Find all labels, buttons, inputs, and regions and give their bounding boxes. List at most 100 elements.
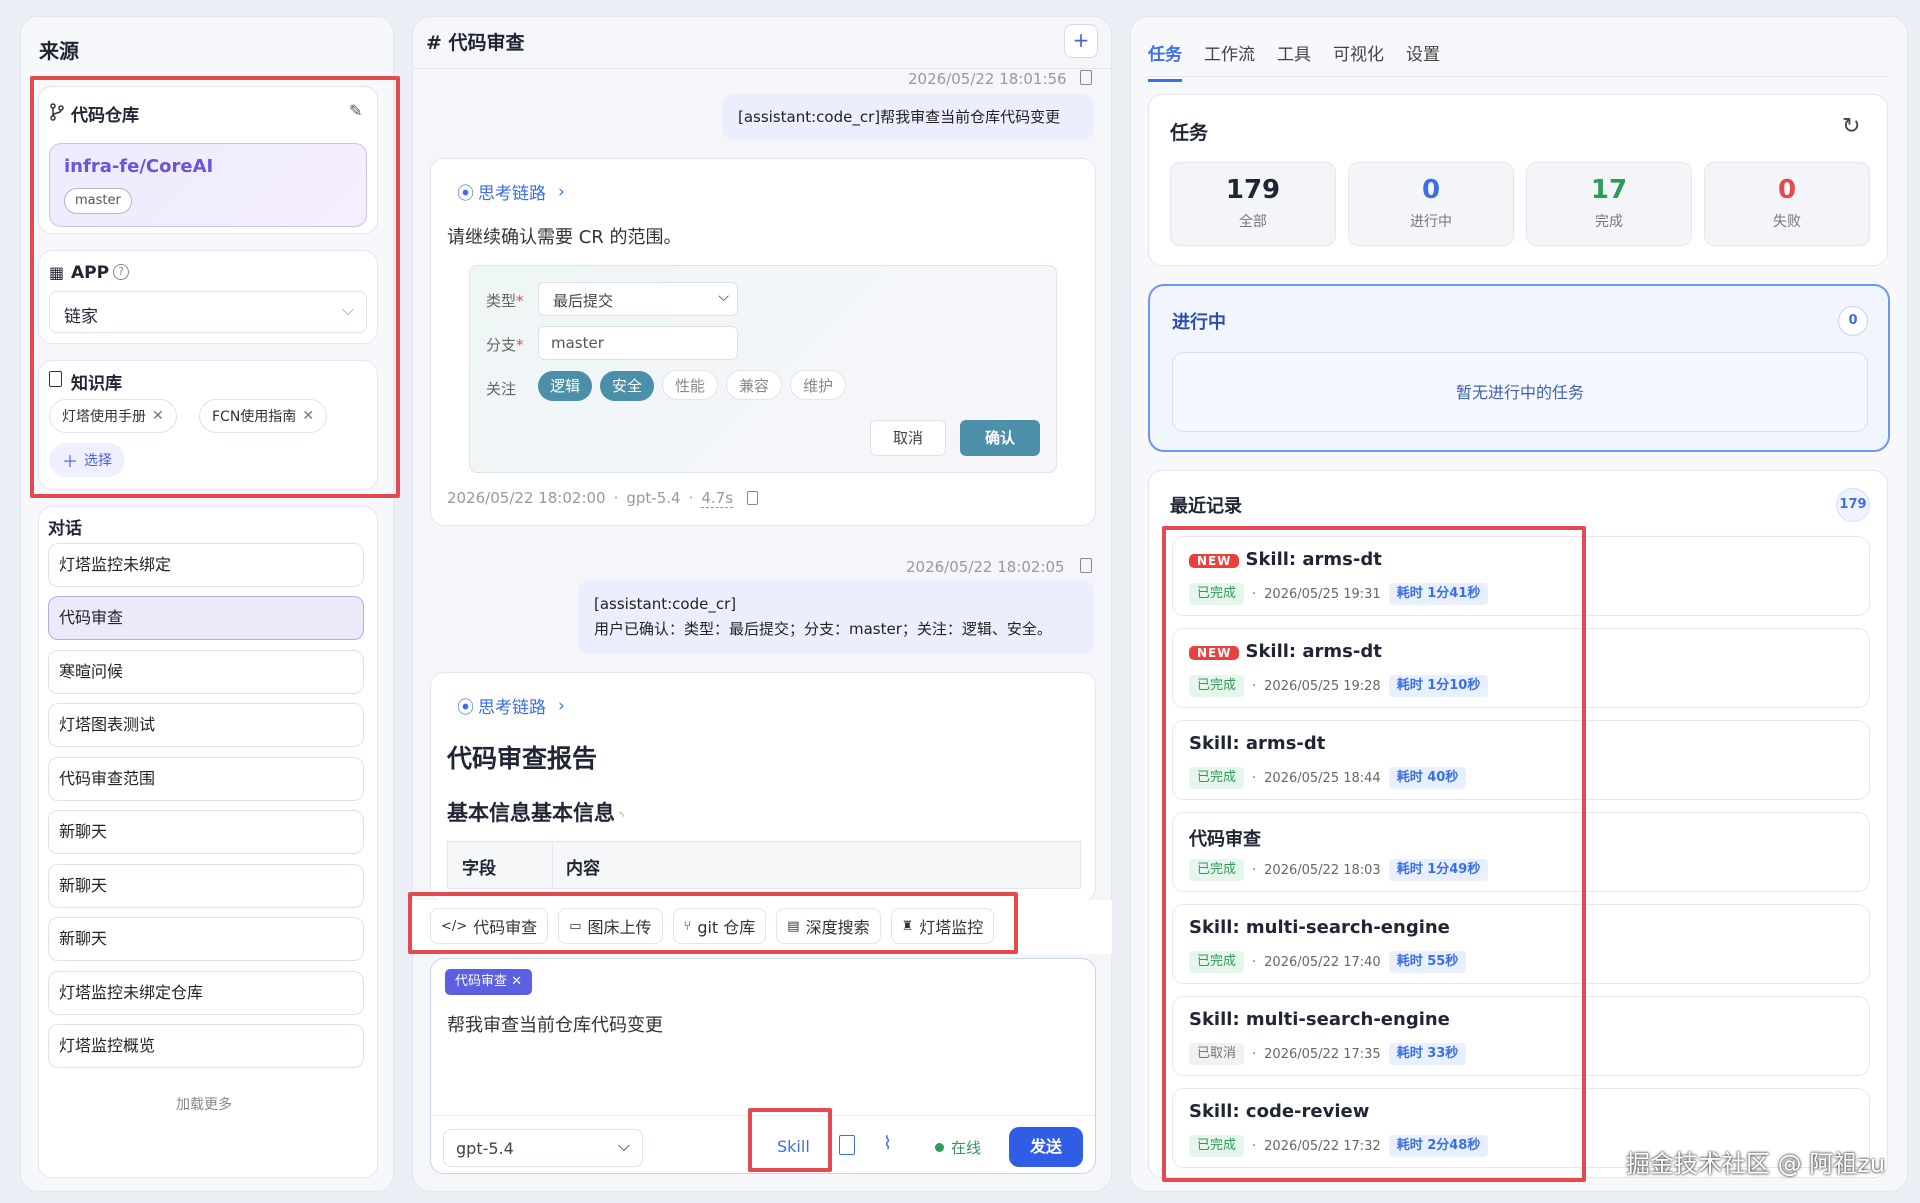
tool-code-review[interactable]: </> 代码审查 bbox=[430, 908, 549, 944]
table-col-divider bbox=[552, 842, 553, 890]
stat-label: 进行中 bbox=[1410, 214, 1452, 230]
record-title: Skill: code-review bbox=[1189, 1101, 1370, 1122]
paperclip-icon[interactable]: ⌇ bbox=[883, 1133, 892, 1154]
record-item[interactable]: Skill: multi-search-engine 已完成 · 2026/05/2… bbox=[1172, 904, 1870, 984]
focus-chip-selected[interactable]: 逻辑 bbox=[538, 371, 593, 401]
load-more-link[interactable]: 加载更多 bbox=[176, 1094, 232, 1114]
grid-icon: ▦ bbox=[49, 263, 65, 282]
record-item[interactable]: NEW Skill: arms-dt 已完成 · 2026/05/25 19:31 耗时… bbox=[1172, 536, 1870, 616]
help-icon[interactable]: ? bbox=[113, 264, 129, 280]
app-card: ▦ APP ? 链家 ⌵ bbox=[38, 250, 378, 344]
conv-item[interactable]: 新聊天 bbox=[48, 864, 364, 908]
stat-failed[interactable]: 0 失败 bbox=[1704, 162, 1870, 246]
chat-input-text[interactable]: 帮我审查当前仓库代码变更 bbox=[447, 1011, 663, 1037]
focus-chip[interactable]: 维护 bbox=[790, 370, 847, 400]
thinking-toggle[interactable]: ⦿ 思考链路 › bbox=[457, 179, 565, 205]
duration-badge: 耗时 55秒 bbox=[1388, 951, 1467, 973]
record-title: Skill: arms-dt bbox=[1245, 641, 1382, 662]
selected-tool-chip[interactable]: 代码审查 ✕ bbox=[445, 969, 533, 995]
close-icon[interactable]: ✕ bbox=[302, 408, 314, 424]
record-title: Skill: arms-dt bbox=[1189, 733, 1326, 754]
stat-number: 179 bbox=[1225, 175, 1281, 205]
new-chat-button[interactable]: + bbox=[1064, 24, 1098, 58]
focus-chips: 逻辑 安全 性能 兼容 维护 bbox=[538, 370, 854, 401]
new-badge: NEW bbox=[1189, 646, 1240, 660]
refresh-icon[interactable]: ↻ bbox=[1842, 114, 1860, 139]
chevron-down-icon: ⌵ bbox=[617, 1136, 630, 1155]
recent-title: 最近记录 bbox=[1170, 496, 1242, 517]
input-footer-divider bbox=[431, 1115, 1095, 1116]
send-button[interactable]: 发送 bbox=[1009, 1127, 1083, 1167]
edit-icon[interactable]: ✎ bbox=[349, 101, 362, 120]
branch-input[interactable]: master bbox=[538, 326, 738, 360]
record-item[interactable]: Skill: multi-search-engine 已取消 · 2026/05/2… bbox=[1172, 996, 1870, 1076]
duration-badge: 耗时 1分10秒 bbox=[1388, 675, 1489, 697]
copy-icon[interactable] bbox=[747, 491, 759, 505]
tool-git-repo[interactable]: ⑂ git 仓库 bbox=[672, 908, 767, 944]
cancel-button[interactable]: 取消 bbox=[870, 420, 946, 456]
tool-image-upload[interactable]: ▭ 图床上传 bbox=[558, 908, 663, 944]
kb-chip[interactable]: 灯塔使用手册 ✕ bbox=[49, 399, 177, 433]
confirm-button[interactable]: 确认 bbox=[960, 420, 1040, 456]
conv-item[interactable]: 灯塔监控未绑定 bbox=[48, 543, 364, 587]
stat-all[interactable]: 179 全部 bbox=[1170, 162, 1336, 246]
tool-deep-search[interactable]: ▤ 深度搜索 bbox=[776, 908, 881, 944]
focus-label: 关注 bbox=[486, 380, 517, 398]
copy-icon[interactable] bbox=[1080, 558, 1092, 573]
tool-lighthouse[interactable]: ♜ 灯塔监控 bbox=[890, 908, 995, 944]
kb-chip[interactable]: FCN使用指南 ✕ bbox=[199, 399, 328, 433]
branch-badge: master bbox=[64, 188, 132, 214]
file-icon[interactable] bbox=[839, 1135, 855, 1155]
image-icon: ▭ bbox=[569, 918, 582, 934]
thinking-label: 思考链路 bbox=[478, 184, 546, 204]
kb-select-label: 选择 bbox=[84, 453, 113, 469]
stat-label: 全部 bbox=[1239, 214, 1267, 230]
close-icon[interactable]: ✕ bbox=[511, 974, 522, 989]
model-select[interactable]: gpt-5.4 ⌵ bbox=[443, 1129, 643, 1167]
duration-badge: 耗时 1分49秒 bbox=[1388, 859, 1489, 881]
kb-select-button[interactable]: ＋ 选择 bbox=[49, 443, 126, 477]
focus-chip[interactable]: 兼容 bbox=[726, 370, 783, 400]
conv-item[interactable]: 寒暄问候 bbox=[48, 650, 364, 694]
kb-card: 知识库 灯塔使用手册 ✕ FCN使用指南 ✕ ＋ 选择 bbox=[38, 360, 378, 490]
chat-title: # 代码审查 bbox=[426, 32, 525, 54]
reply-elapsed: 4.7s bbox=[701, 489, 734, 508]
running-title: 进行中 bbox=[1172, 312, 1226, 333]
report-subtitle: 基本信息基本信息 ◝ bbox=[447, 801, 624, 825]
cr-form: 类型* 最后提交 ⌵ 分支* master 关注 逻辑 安全 性能 兼容 维护 取消 确… bbox=[469, 265, 1057, 473]
brain-icon: ⦿ bbox=[457, 698, 474, 718]
kb-chip-label: 灯塔使用手册 bbox=[62, 409, 146, 425]
reply-model: gpt-5.4 bbox=[626, 489, 681, 507]
model-select-value: gpt-5.4 bbox=[456, 1139, 514, 1158]
conv-item[interactable]: 代码审查 bbox=[48, 596, 364, 640]
type-select[interactable]: 最后提交 ⌵ bbox=[538, 282, 738, 316]
record-item[interactable]: Skill: arms-dt 已完成 · 2026/05/25 18:44 耗时 40… bbox=[1172, 720, 1870, 800]
copy-icon[interactable] bbox=[1080, 70, 1092, 85]
app-select[interactable]: 链家 ⌵ bbox=[49, 291, 367, 333]
record-item[interactable]: NEW Skill: arms-dt 已完成 · 2026/05/25 19:28 耗时… bbox=[1172, 628, 1870, 708]
focus-chip[interactable]: 性能 bbox=[662, 370, 719, 400]
recent-count: 179 bbox=[1836, 488, 1870, 522]
plus-icon: ＋ bbox=[62, 452, 79, 471]
branch-label: 分支* bbox=[486, 336, 524, 354]
running-count: 0 bbox=[1838, 306, 1868, 336]
conv-item[interactable]: 灯塔监控概览 bbox=[48, 1024, 364, 1068]
conv-item[interactable]: 灯塔图表测试 bbox=[48, 703, 364, 747]
status-badge: 已完成 bbox=[1189, 675, 1245, 697]
conv-item[interactable]: 新聊天 bbox=[48, 917, 364, 961]
record-item[interactable]: 代码审查 已完成 · 2026/05/22 18:03 耗时 1分49秒 bbox=[1172, 812, 1870, 892]
type-value: 最后提交 bbox=[553, 292, 614, 310]
thinking-toggle[interactable]: ⦿ 思考链路 › bbox=[457, 693, 565, 719]
doc-search-icon: ▤ bbox=[787, 918, 800, 934]
conv-item[interactable]: 新聊天 bbox=[48, 810, 364, 854]
focus-chip-selected[interactable]: 安全 bbox=[600, 371, 655, 401]
repo-selector[interactable]: infra-fe/CoreAI master bbox=[49, 143, 367, 227]
conv-item[interactable]: 代码审查范围 bbox=[48, 757, 364, 801]
repo-label: 代码仓库 bbox=[71, 106, 139, 126]
skill-button[interactable]: Skill bbox=[777, 1137, 810, 1156]
record-time: 2026/05/22 17:35 bbox=[1264, 1046, 1381, 1062]
conv-item[interactable]: 灯塔监控未绑定仓库 bbox=[48, 971, 364, 1015]
stat-done[interactable]: 17 完成 bbox=[1526, 162, 1692, 246]
stat-running[interactable]: 0 进行中 bbox=[1348, 162, 1514, 246]
close-icon[interactable]: ✕ bbox=[152, 408, 164, 424]
